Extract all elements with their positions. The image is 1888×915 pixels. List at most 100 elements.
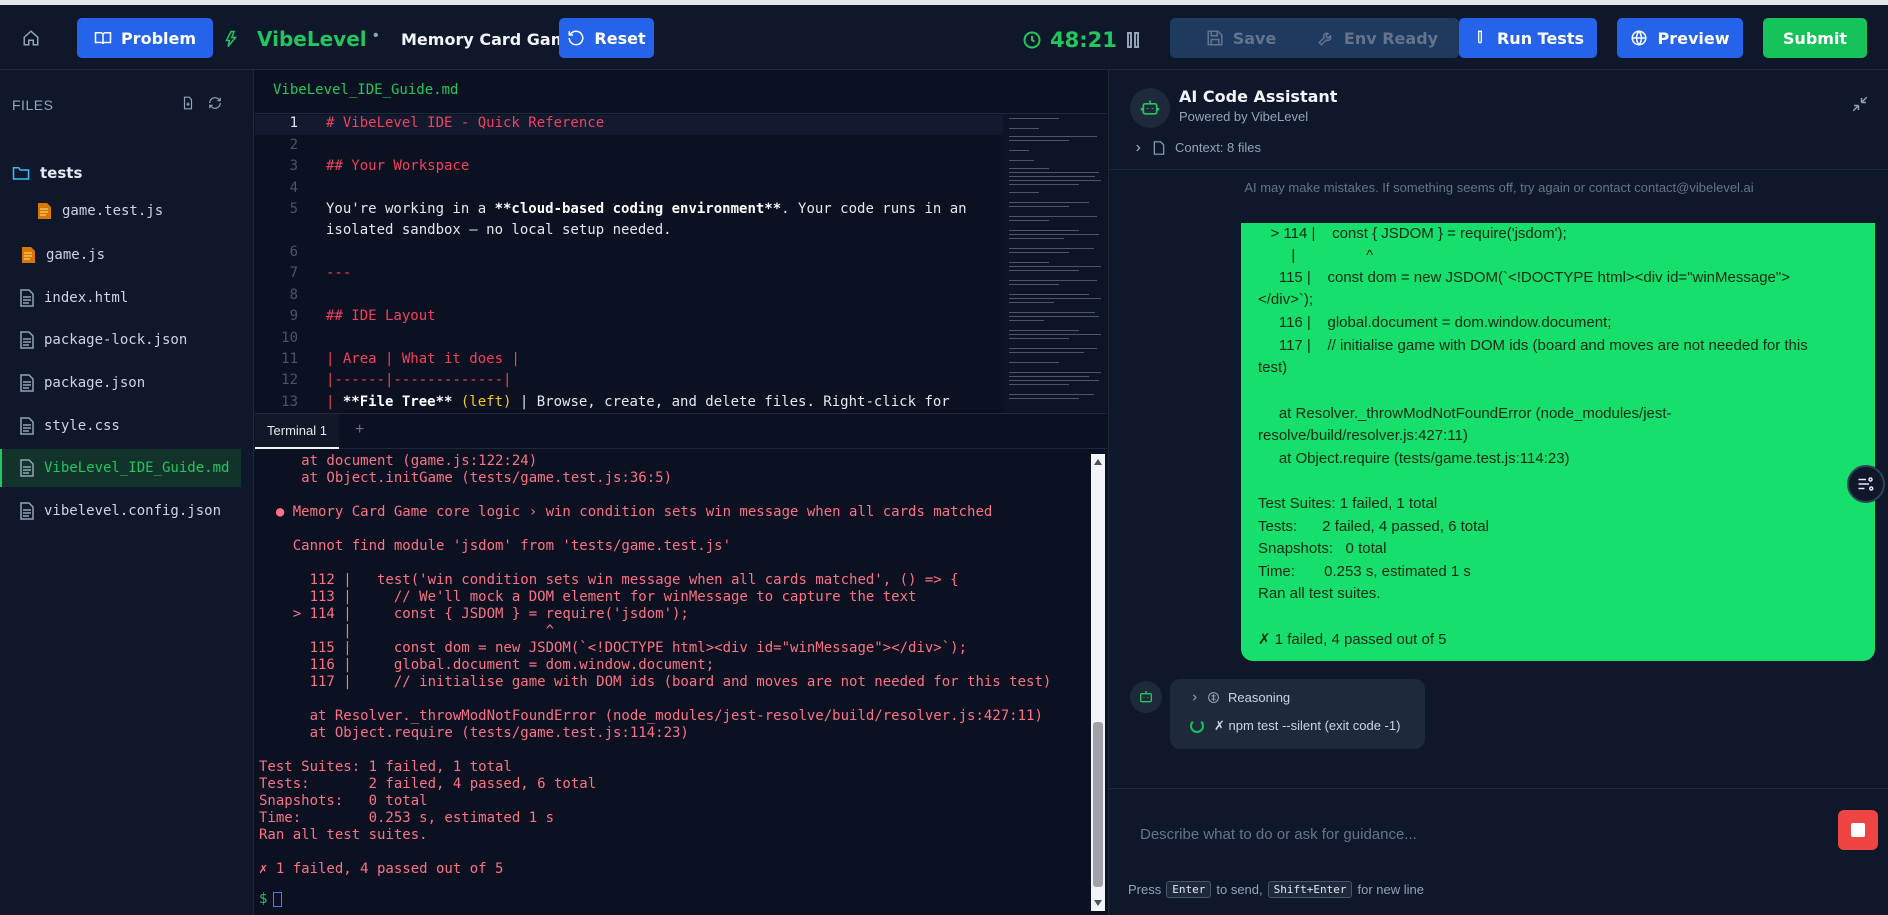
file-icon bbox=[20, 417, 34, 435]
preview-label: Preview bbox=[1657, 28, 1730, 48]
message-line: at Resolver._throwModNotFoundError (node… bbox=[1258, 405, 1672, 422]
terminal-tab[interactable]: Terminal 1 bbox=[255, 414, 339, 449]
new-file-icon[interactable] bbox=[181, 96, 195, 110]
env-ready-button[interactable]: Env Ready bbox=[1296, 18, 1459, 58]
file-icon bbox=[20, 459, 34, 477]
tree-folder-tests[interactable]: tests bbox=[0, 154, 241, 192]
tree-file-package-json[interactable]: package.json bbox=[0, 364, 241, 402]
code-line: 7 --- bbox=[255, 265, 1003, 281]
code-line: 9 ## IDE Layout bbox=[255, 308, 1003, 324]
reasoning-step: ✗ npm test --silent (exit code -1) bbox=[1190, 718, 1400, 734]
editor-minimap[interactable] bbox=[1003, 114, 1107, 413]
file-explorer: FILES tests game.test.js game.js index.h… bbox=[0, 70, 254, 915]
message-line: 117 | // initialise game with DOM ids (b… bbox=[1258, 337, 1808, 354]
ai-disclaimer: AI may make mistakes. If something seems… bbox=[1244, 180, 1754, 195]
file-icon bbox=[20, 374, 34, 392]
run-tests-button[interactable]: Run Tests bbox=[1459, 18, 1597, 58]
code-line-wrap: isolated sandbox — no local setup needed… bbox=[255, 222, 1003, 238]
tree-file-game-test-js[interactable]: game.test.js bbox=[0, 192, 241, 230]
line-number: 13 bbox=[281, 394, 298, 410]
tree-item-label: VibeLevel_IDE_Guide.md bbox=[44, 460, 230, 476]
shift-enter-key-hint: Shift+Enter bbox=[1267, 881, 1353, 898]
terminal-line: Tests: 2 failed, 4 passed, 6 total bbox=[259, 776, 597, 792]
chat-input[interactable] bbox=[1128, 801, 1832, 867]
tree-file-vibelevel-config-json[interactable]: vibelevel.config.json bbox=[0, 492, 241, 530]
scroll-down-arrow-icon[interactable] bbox=[1094, 900, 1102, 906]
bot-avatar bbox=[1130, 88, 1170, 128]
terminal-line: 116 | global.document = dom.window.docum… bbox=[259, 657, 715, 673]
tree-item-label: package.json bbox=[44, 375, 146, 391]
scrollbar-thumb[interactable] bbox=[1093, 722, 1103, 887]
message-line: ✗ 1 failed, 4 passed out of 5 bbox=[1258, 631, 1447, 648]
code-bold-text: **cloud-based coding environment** bbox=[494, 201, 782, 217]
reasoning-command: ✗ npm test --silent (exit code -1) bbox=[1214, 718, 1401, 733]
terminal-line: Cannot find module 'jsdom' from 'tests/g… bbox=[259, 538, 732, 554]
line-number: 4 bbox=[289, 180, 298, 196]
terminal-line: 117 | // initialise game with DOM ids (b… bbox=[259, 674, 1052, 690]
terminal-line: at Resolver._throwModNotFoundError (node… bbox=[259, 708, 1043, 724]
assistant-title: AI Code Assistant bbox=[1179, 87, 1338, 106]
message-line: test) bbox=[1258, 359, 1288, 376]
tree-file-style-css[interactable]: style.css bbox=[0, 407, 241, 445]
code-text: # VibeLevel IDE - Quick Reference bbox=[326, 115, 605, 131]
code-text: |------|-------------| bbox=[326, 372, 512, 388]
add-terminal-button[interactable]: + bbox=[355, 421, 364, 439]
message-line: at Object.require (tests/game.test.js:11… bbox=[1258, 450, 1570, 467]
message-line: Ran all test suites. bbox=[1258, 585, 1381, 602]
code-line: 6 bbox=[255, 244, 1003, 260]
home-button[interactable] bbox=[18, 18, 44, 58]
tree-file-index-html[interactable]: index.html bbox=[0, 279, 241, 317]
tree-file-vibelevel-ide-guide-md[interactable]: VibeLevel_IDE_Guide.md bbox=[0, 449, 241, 487]
preview-button[interactable]: Preview bbox=[1617, 18, 1743, 58]
terminal-prompt[interactable]: $ bbox=[259, 891, 283, 907]
bot-icon bbox=[1140, 691, 1152, 703]
code-text: (left) bbox=[452, 394, 520, 410]
terminal-line: ● Memory Card Game core logic › win cond… bbox=[259, 504, 993, 520]
stop-button[interactable] bbox=[1838, 810, 1878, 850]
editor-tab[interactable]: VibeLevel_IDE_Guide.md bbox=[273, 82, 458, 98]
js-file-icon bbox=[22, 247, 35, 263]
assistant-subtitle: Powered by VibeLevel bbox=[1179, 109, 1309, 124]
input-hint: Press Enter to send, Shift+Enter for new… bbox=[1128, 881, 1424, 898]
code-line: 13 | **File Tree** (left) | Browse, crea… bbox=[255, 394, 1003, 410]
folder-icon bbox=[12, 167, 30, 180]
pause-icon[interactable] bbox=[1126, 32, 1140, 48]
editor-tab-bar: VibeLevel_IDE_Guide.md bbox=[255, 70, 1107, 114]
message-line: Test Suites: 1 failed, 1 total bbox=[1258, 495, 1438, 512]
terminal-line: ✗ 1 failed, 4 passed out of 5 bbox=[259, 861, 504, 877]
code-area[interactable]: 1 # VibeLevel IDE - Quick Reference 2 3 … bbox=[255, 114, 1003, 413]
context-label: Context: 8 files bbox=[1175, 140, 1261, 155]
terminal-line: at Object.require (tests/game.test.js:11… bbox=[259, 725, 689, 741]
line-number: 10 bbox=[281, 330, 298, 346]
file-icon bbox=[20, 331, 34, 349]
scroll-up-arrow-icon[interactable] bbox=[1094, 459, 1102, 465]
context-toggle[interactable]: Context: 8 files bbox=[1133, 140, 1261, 155]
save-button[interactable]: Save bbox=[1170, 18, 1312, 58]
terminal-line: Snapshots: 0 total bbox=[259, 793, 428, 809]
terminal-line: at document (game.js:122:24) bbox=[259, 453, 538, 469]
floating-menu-button[interactable] bbox=[1847, 465, 1885, 503]
code-text: You're working in a bbox=[326, 201, 495, 217]
code-text: | Area | What it does | bbox=[326, 351, 520, 367]
reset-button[interactable]: Reset bbox=[559, 18, 654, 58]
problem-label: Problem bbox=[120, 28, 197, 48]
line-number: 11 bbox=[281, 351, 298, 367]
tree-file-game-js[interactable]: game.js bbox=[0, 236, 241, 274]
test-tube-icon bbox=[1477, 30, 1482, 44]
collapse-icon[interactable] bbox=[1851, 95, 1869, 113]
chat-input-area: Press Enter to send, Shift+Enter for new… bbox=[1109, 788, 1888, 915]
refresh-icon[interactable] bbox=[208, 96, 222, 110]
submit-label: Submit bbox=[1782, 28, 1848, 48]
reasoning-toggle[interactable]: Reasoning bbox=[1190, 690, 1290, 705]
terminal-scrollbar[interactable] bbox=[1091, 454, 1105, 911]
reasoning-card: Reasoning ✗ npm test --silent (exit code… bbox=[1170, 679, 1425, 749]
code-line: 3 ## Your Workspace bbox=[255, 158, 1003, 174]
tree-file-package-lock-json[interactable]: package-lock.json bbox=[0, 321, 241, 359]
terminal-output[interactable]: at document (game.js:122:24) at Object.i… bbox=[259, 449, 1089, 915]
message-line: 116 | global.document = dom.window.docum… bbox=[1258, 314, 1612, 331]
submit-button[interactable]: Submit bbox=[1763, 18, 1867, 58]
code-line: 8 bbox=[255, 287, 1003, 303]
assistant-header: AI Code Assistant Powered by VibeLevel C… bbox=[1109, 70, 1888, 170]
problem-button[interactable]: Problem bbox=[77, 18, 213, 58]
assistant-message: > 114 | const { JSDOM } = require('jsdom… bbox=[1241, 223, 1875, 661]
